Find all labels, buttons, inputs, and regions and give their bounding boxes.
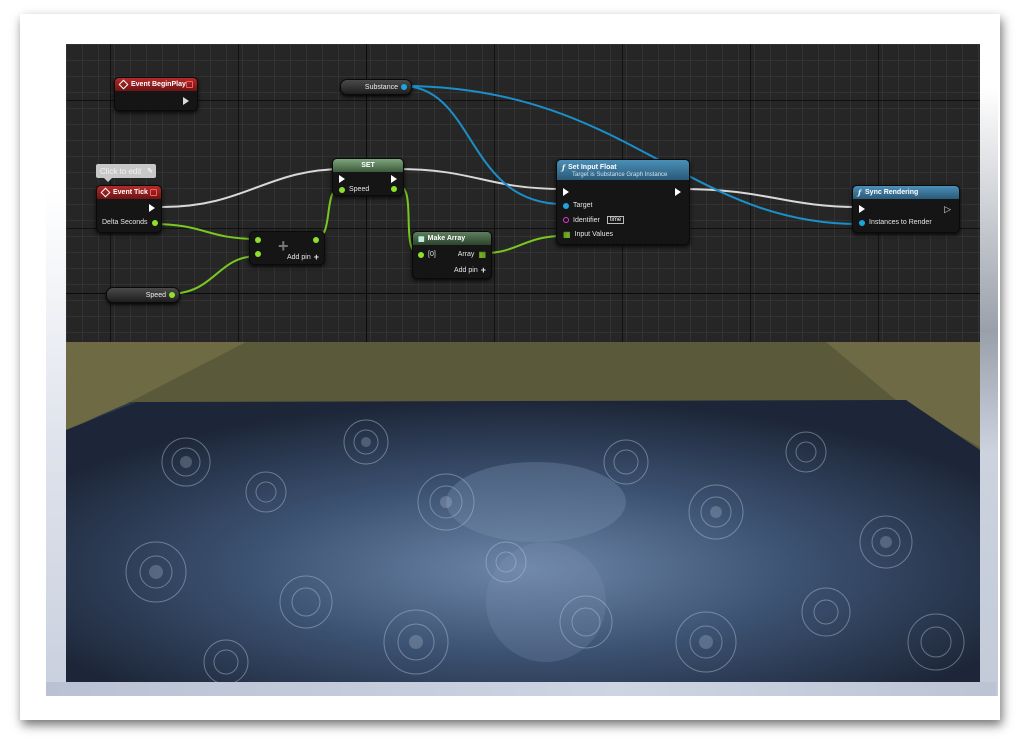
pin-label-index-0: [0] — [428, 251, 436, 258]
node-add-float[interactable]: + Add pin + — [249, 231, 325, 265]
node-speed-variable[interactable]: Speed — [106, 287, 180, 303]
delegate-pin-icon[interactable] — [186, 81, 193, 88]
pin-label-instances-to-render: Instances to Render — [869, 219, 932, 226]
event-diamond-icon — [118, 79, 129, 90]
add-pin-plus-icon[interactable]: + — [314, 252, 319, 262]
exec-in-pin[interactable] — [563, 188, 569, 196]
array-out-pin[interactable]: ▦ — [478, 250, 486, 259]
float-in-pin-0[interactable] — [418, 251, 424, 258]
exec-out-pin[interactable] — [183, 97, 189, 105]
node-title: SET — [361, 162, 375, 169]
add-pin-label: Add pin — [453, 266, 478, 274]
wire-layer — [151, 85, 859, 295]
float-in-pin[interactable] — [339, 186, 345, 193]
node-set-input-float[interactable]: ƒ Set Input Float Target is Substance Gra… — [556, 159, 690, 245]
pin-label-speed: Speed — [349, 186, 370, 193]
water-ripples-surface — [66, 342, 980, 682]
node-header: ▦ Make Array — [413, 232, 491, 245]
node-set-speed[interactable]: SET Speed — [332, 158, 404, 196]
right-edge-strip — [980, 88, 998, 696]
add-pin-label: Add pin — [286, 253, 311, 261]
node-sync-rendering[interactable]: ƒ Sync Rendering ▷ Instances to Render — [852, 185, 960, 233]
add-pin-plus-icon[interactable]: + — [481, 265, 486, 275]
left-edge-strip — [46, 190, 66, 696]
pin-label-array: Array — [457, 251, 475, 258]
variable-label: Speed — [145, 291, 166, 299]
exec-wire-setinputfloat-to-sync — [681, 188, 859, 208]
array-icon: ▦ — [418, 235, 425, 243]
function-icon: ƒ — [562, 162, 566, 172]
exec-wire-set-to-setinputfloat — [395, 168, 564, 190]
click-to-edit-tooltip: Click to edit ✎ — [96, 164, 156, 182]
object-wire-substance-to-target — [401, 85, 564, 205]
object-in-pin-instances[interactable] — [859, 219, 865, 226]
variable-label: Substance — [364, 83, 398, 91]
pin-label-identifier: Identifier — [573, 216, 600, 224]
exec-in-pin[interactable] — [339, 175, 345, 183]
pin-label-target: Target — [573, 202, 593, 209]
node-title: Set Input Float — [568, 163, 617, 171]
node-header: ƒ Set Input Float Target is Substance Gra… — [557, 160, 689, 180]
node-header: Event BeginPlay — [115, 78, 197, 91]
object-out-pin[interactable] — [401, 84, 407, 90]
float-wire-delta-to-add — [151, 223, 259, 240]
node-event-tick[interactable]: Event Tick Delta Seconds — [96, 185, 162, 233]
object-in-pin-target[interactable] — [563, 202, 569, 209]
blueprint-graph-editor[interactable]: Event BeginPlay Substance Click to edit ✎… — [66, 44, 980, 342]
pin-label-delta-seconds: Delta Seconds — [102, 219, 148, 226]
node-header: Event Tick — [97, 186, 161, 199]
float-out-pin[interactable] — [152, 219, 158, 226]
node-header: SET — [333, 159, 403, 172]
float-in-pin-a[interactable] — [255, 237, 261, 243]
float-wire-speed-to-add — [167, 255, 259, 295]
delegate-pin-icon[interactable] — [150, 189, 157, 196]
exec-in-pin[interactable] — [859, 205, 865, 213]
node-title: Event BeginPlay — [131, 81, 186, 88]
node-title: Make Array — [427, 235, 466, 242]
exec-out-pin[interactable]: ▷ — [944, 204, 951, 215]
exec-out-pin[interactable] — [149, 204, 155, 212]
function-icon: ƒ — [858, 188, 862, 197]
exec-wire-tick-to-set — [161, 168, 345, 208]
tooltip-tail — [104, 178, 112, 182]
float-in-pin-b[interactable] — [255, 251, 261, 257]
node-header: ƒ Sync Rendering — [853, 186, 959, 199]
viewport-water-surface[interactable] — [66, 342, 980, 682]
tooltip-text: Click to edit — [100, 166, 142, 176]
node-title: Sync Rendering — [865, 189, 919, 196]
node-substance-variable[interactable]: Substance — [340, 79, 412, 95]
float-out-pin[interactable] — [169, 292, 175, 298]
array-in-pin-input-values[interactable]: ▦ — [563, 230, 571, 239]
node-event-beginplay[interactable]: Event BeginPlay — [114, 77, 198, 111]
float-out-pin[interactable] — [313, 237, 319, 243]
identifier-value-field[interactable]: time — [606, 216, 625, 224]
event-diamond-icon — [100, 187, 111, 198]
string-in-pin-identifier[interactable] — [563, 217, 569, 223]
pencil-icon: ✎ — [147, 168, 153, 175]
node-subtitle: Target is Substance Graph Instance — [572, 171, 668, 178]
array-wire-makearray-to-inputvalues — [485, 235, 563, 254]
exec-out-pin[interactable] — [675, 188, 681, 196]
node-title: Event Tick — [113, 189, 148, 196]
pin-label-input-values: Input Values — [574, 231, 613, 238]
bottom-edge-strip — [46, 682, 996, 696]
exec-out-pin[interactable] — [391, 175, 397, 183]
node-make-array[interactable]: ▦ Make Array [0] Array ▦ Add pin + — [412, 231, 492, 279]
float-out-pin[interactable] — [391, 186, 397, 192]
